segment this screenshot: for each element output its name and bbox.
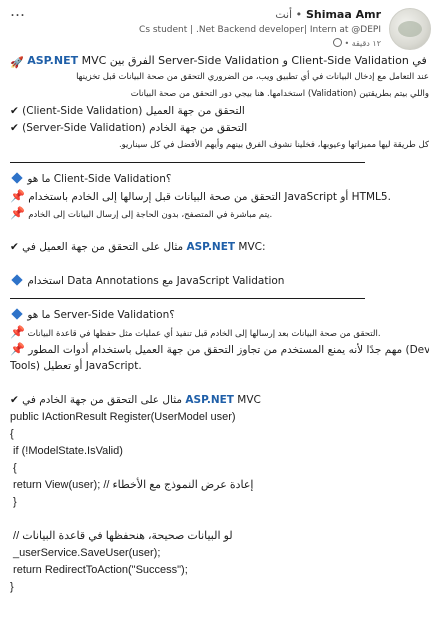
server-point-1: 📌 التحقق من صحة البيانات بعد إرسالها إلى… bbox=[10, 324, 429, 341]
post-time-text: ١٢ دقيقة • bbox=[344, 39, 381, 48]
intro-line-2: واللي بيتم بطريقتين (Validation) استخدام… bbox=[130, 89, 429, 99]
server-point-1-text: التحقق من صحة البيانات بعد إرسالها إلى ا… bbox=[27, 329, 381, 339]
code-line: return View(user); // إعادة عرض النموذج … bbox=[10, 479, 254, 491]
diamond-icon bbox=[11, 274, 23, 286]
server-point-2: 📌 مهم جدًا لأنه يمنع المستخدم من تجاوز ا… bbox=[10, 341, 429, 358]
client-example-brand: ASP.NET bbox=[186, 241, 236, 253]
code-line: { bbox=[10, 428, 14, 440]
code-line: if (!ModelState.IsValid) bbox=[10, 445, 123, 457]
rocket-icon: 🚀 bbox=[10, 56, 24, 69]
code-line: // لو البيانات صحيحة، هنحفظها في قاعدة ا… bbox=[10, 530, 233, 542]
pin-icon: 📌 bbox=[10, 206, 25, 220]
code-line: } bbox=[10, 496, 17, 508]
client-question: ما هو Client-Side Validation؟ bbox=[10, 171, 429, 188]
post-header: … Shimaa Amr • أنت Cs student | .Net Bac… bbox=[0, 0, 439, 52]
author-name[interactable]: Shimaa Amr • أنت bbox=[275, 8, 381, 21]
intro-line-3: كل طريقة ليها مميزاتها وعيوبها، فخلينا ن… bbox=[118, 140, 429, 150]
bullet-server: ✔ (Server-Side Validation) التحقق من جهة… bbox=[10, 122, 248, 134]
divider bbox=[10, 298, 365, 299]
server-example-pre: ✔ مثال على التحقق من جهة الخادم في bbox=[10, 394, 183, 406]
avatar[interactable] bbox=[389, 8, 431, 50]
server-example-post: MVC bbox=[237, 394, 261, 406]
code-block: public IActionResult Register(UserModel … bbox=[10, 409, 429, 596]
globe-icon bbox=[332, 38, 342, 47]
bullet-client: ✔ (Client-Side Validation) التحقق من جهة… bbox=[10, 105, 245, 117]
client-annotations-text: استخدام Data Annotations مع JavaScript V… bbox=[27, 275, 285, 287]
divider bbox=[10, 162, 365, 163]
you-label: • أنت bbox=[275, 8, 303, 21]
server-example: ✔ مثال على التحقق من جهة الخادم في ASP.N… bbox=[10, 392, 429, 409]
client-point-2-text: يتم مباشرة في المتصفح، بدون الحاجة إلى إ… bbox=[28, 210, 273, 220]
author-headline: Cs student | .Net Backend developer| Int… bbox=[139, 25, 381, 35]
author-name-text[interactable]: Shimaa Amr bbox=[306, 8, 381, 21]
client-point-2: 📌 يتم مباشرة في المتصفح، بدون الحاجة إلى… bbox=[10, 205, 429, 222]
code-line: { bbox=[10, 462, 17, 474]
title-rest: في Client-Side Validation و Server-Side … bbox=[109, 54, 427, 67]
code-line: public IActionResult Register(UserModel … bbox=[10, 411, 236, 423]
server-example-brand: ASP.NET bbox=[185, 394, 234, 406]
post-time: ١٢ دقيقة • bbox=[332, 38, 381, 48]
server-point-2-text: مهم جدًا لأنه يمنع المستخدم من تجاوز الت… bbox=[28, 344, 429, 356]
diamond-icon bbox=[11, 308, 23, 320]
post-title: 🚀 ASP.NET MVC في Client-Side Validation … bbox=[10, 52, 429, 69]
code-line: _userService.SaveUser(user); bbox=[10, 547, 161, 559]
pin-icon: 📌 bbox=[10, 325, 25, 339]
server-question-text: ما هو Server-Side Validation؟ bbox=[27, 309, 175, 321]
pin-icon: 📌 bbox=[10, 189, 25, 203]
client-question-text: ما هو Client-Side Validation؟ bbox=[27, 173, 172, 185]
client-point-1: 📌 التحقق من صحة البيانات قبل إرسالها إلى… bbox=[10, 188, 429, 205]
pin-icon: 📌 bbox=[10, 342, 25, 356]
client-example-post: MVC: bbox=[238, 241, 266, 253]
client-annotations: استخدام Data Annotations مع JavaScript V… bbox=[10, 273, 429, 290]
title-mvc: MVC bbox=[81, 54, 107, 67]
code-line: } bbox=[10, 581, 14, 593]
code-line: return RedirectToAction("Success"); bbox=[10, 564, 188, 576]
client-example: ✔ مثال على التحقق من جهة العميل في ASP.N… bbox=[10, 239, 429, 256]
title-brand: ASP.NET bbox=[27, 54, 79, 67]
server-question: ما هو Server-Side Validation؟ bbox=[10, 307, 429, 324]
intro-line-1: عند التعامل مع إدخال البيانات في أي تطبي… bbox=[76, 72, 429, 82]
more-options-icon[interactable]: … bbox=[10, 2, 26, 20]
post-body: 🚀 ASP.NET MVC في Client-Side Validation … bbox=[10, 52, 429, 596]
diamond-icon bbox=[11, 172, 23, 184]
server-point-2-cont: Tools) أو تعطيل JavaScript. bbox=[10, 360, 142, 372]
client-point-1-text: التحقق من صحة البيانات قبل إرسالها إلى ا… bbox=[28, 191, 391, 203]
client-example-pre: ✔ مثال على التحقق من جهة العميل في bbox=[10, 241, 184, 253]
